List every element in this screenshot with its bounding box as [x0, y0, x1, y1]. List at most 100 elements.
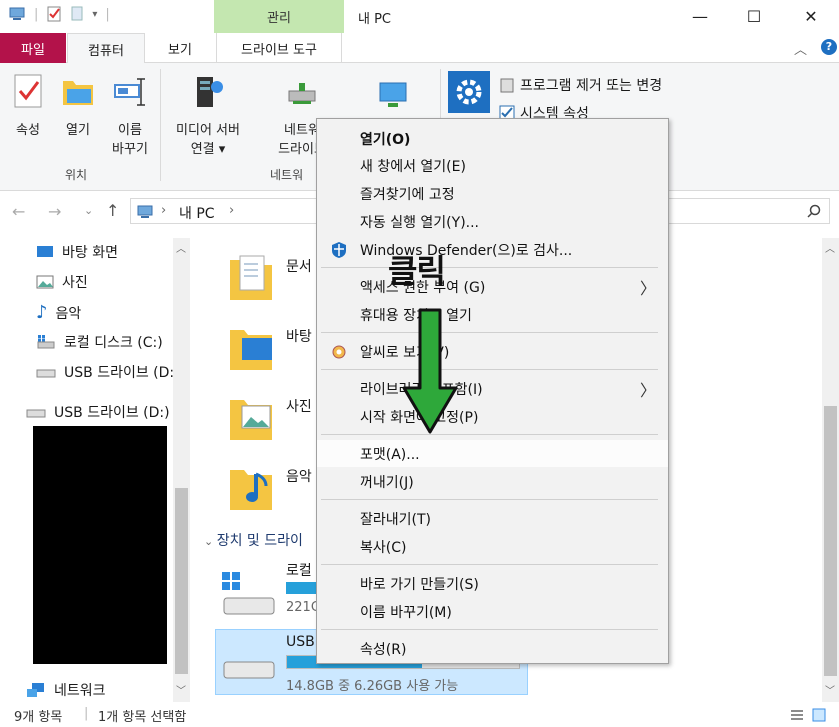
separator: | — [84, 706, 89, 721]
nav-item-pictures[interactable]: 사진 — [36, 272, 88, 292]
nav-item-desktop[interactable]: 바탕 화면 — [36, 242, 118, 262]
redacted-area — [33, 426, 167, 664]
menu-separator — [321, 499, 658, 500]
media-server-button[interactable]: 미디어 서버 연결 ▾ — [166, 73, 250, 159]
tab-computer[interactable]: 컴퓨터 — [67, 33, 145, 64]
menu-item-alsee-view[interactable]: 알씨로 보기(V) — [317, 338, 668, 365]
help-icon[interactable]: ? — [821, 39, 837, 55]
scroll-down-icon[interactable]: ﹀ — [176, 682, 186, 697]
large-icons-view-icon[interactable] — [812, 708, 826, 722]
properties-check-icon — [14, 74, 42, 108]
back-arrow-icon[interactable]: ← — [12, 202, 25, 221]
local-disk-usage-bar — [286, 582, 316, 594]
nav-scrollbar[interactable]: ︿ ﹀ — [173, 238, 190, 702]
menu-item-include-library[interactable]: 라이브러리에 포함(I) 〉 — [317, 375, 668, 402]
folder-name[interactable]: 음악 — [286, 466, 312, 486]
add-network-location-icon[interactable] — [376, 79, 414, 115]
rename-icon — [114, 78, 145, 106]
folder-name[interactable]: 문서 — [286, 256, 312, 276]
nav-item-usb-drive-root[interactable]: USB 드라이브 (D:) — [26, 402, 170, 422]
drive-free-usb: 14.8GB 중 6.26GB 사용 가능 — [286, 679, 459, 694]
quick-access-toolbar: | ▾ | — [8, 6, 110, 22]
properties-check-icon[interactable] — [46, 6, 62, 22]
menu-separator — [321, 332, 658, 333]
forward-arrow-icon[interactable]: → — [48, 202, 61, 221]
nav-item-network[interactable]: 네트워크 — [26, 680, 106, 700]
scroll-thumb[interactable] — [824, 406, 837, 676]
menu-item-format[interactable]: 포맷(A)... — [317, 440, 668, 467]
windows-drive-icon — [37, 335, 55, 349]
menu-item-create-shortcut[interactable]: 바로 가기 만들기(S) — [317, 570, 668, 597]
nav-label: USB 드라이브 (D: — [64, 365, 175, 381]
recent-locations-icon[interactable]: ⌄ — [84, 204, 93, 217]
menu-item-give-access[interactable]: 액세스 권한 부여 (G) 〉 — [317, 273, 668, 300]
scroll-down-icon[interactable]: ﹀ — [825, 682, 835, 697]
desktop-icon — [37, 246, 53, 257]
qat-dropdown-icon[interactable]: ▾ — [92, 9, 97, 20]
local-disk-icon[interactable] — [222, 572, 276, 618]
settings-gear-icon[interactable] — [448, 71, 490, 113]
scroll-thumb[interactable] — [175, 488, 188, 674]
ribbon-tabs: 파일 컴퓨터 보기 드라이브 도구 ︿ ? — [0, 33, 839, 64]
uninstall-program-button[interactable]: 프로그램 제거 또는 변경 — [498, 75, 662, 95]
nav-item-usb-drive[interactable]: USB 드라이브 (D: — [36, 362, 174, 382]
ribbon-label: 미디어 서버 — [176, 123, 240, 138]
open-ribbon-button[interactable]: 열기 — [56, 73, 100, 140]
scroll-up-icon[interactable]: ︿ — [176, 240, 186, 255]
details-view-icon[interactable] — [790, 708, 804, 722]
menu-item-pin-quick-access[interactable]: 즐겨찾기에 고정 — [317, 180, 668, 207]
menu-item-pin-start[interactable]: 시작 화면에 고정(P) — [317, 403, 668, 430]
section-header-devices[interactable]: ⌄ 장치 및 드라이 — [204, 530, 303, 550]
minimize-button[interactable]: — — [677, 0, 723, 32]
collapse-ribbon-icon[interactable]: ︿ — [794, 39, 807, 58]
scroll-up-icon[interactable]: ︿ — [825, 240, 835, 255]
ribbon-label: 이름 — [118, 123, 142, 138]
pc-icon[interactable] — [8, 6, 26, 22]
desktop-folder-icon[interactable] — [228, 320, 274, 372]
usb-drive-icon[interactable] — [222, 656, 276, 686]
menu-item-cut[interactable]: 잘라내기(T) — [317, 505, 668, 532]
rename-ribbon-button[interactable]: 이름 바꾸기 — [104, 73, 156, 159]
tab-manage[interactable]: 관리 — [214, 0, 344, 33]
maximize-button[interactable]: ☐ — [731, 0, 777, 32]
shield-icon — [332, 242, 346, 258]
music-folder-icon[interactable] — [228, 460, 274, 512]
folder-name[interactable]: 바탕 — [286, 326, 312, 346]
new-folder-icon[interactable] — [70, 6, 84, 22]
nav-item-local-disk[interactable]: 로컬 디스크 (C:) — [36, 332, 163, 352]
breadcrumb-sep[interactable]: › — [161, 203, 166, 218]
menu-separator — [321, 369, 658, 370]
search-icon[interactable] — [806, 204, 822, 220]
tab-file[interactable]: 파일 — [0, 33, 66, 63]
menu-item-properties[interactable]: 속성(R) — [317, 635, 668, 662]
menu-item-defender-scan[interactable]: Windows Defender(으)로 검사... — [317, 236, 668, 263]
content-scrollbar[interactable]: ︿ ﹀ — [822, 238, 839, 702]
breadcrumb-sep[interactable]: › — [229, 203, 234, 218]
drive-name-usb[interactable]: USB — [286, 634, 315, 650]
drive-name-local[interactable]: 로컬 — [286, 560, 312, 580]
close-button[interactable]: ✕ — [788, 0, 834, 32]
tab-drive-tools[interactable]: 드라이브 도구 — [216, 33, 342, 63]
menu-item-rename[interactable]: 이름 바꾸기(M) — [317, 598, 668, 625]
menu-item-autoplay[interactable]: 자동 실행 열기(Y)... — [317, 208, 668, 235]
window-title: 내 PC — [358, 12, 392, 27]
ribbon-label: 바꾸기 — [112, 142, 148, 157]
pc-icon — [137, 205, 153, 218]
up-arrow-icon[interactable]: ↑ — [106, 201, 119, 220]
menu-item-open[interactable]: 열기(O) — [317, 125, 668, 152]
nav-item-music[interactable]: ♪ 음악 — [36, 302, 81, 323]
menu-item-open-portable[interactable]: 휴대용 장치로 열기 — [317, 301, 668, 328]
menu-item-eject[interactable]: 꺼내기(J) — [317, 468, 668, 495]
music-note-icon: ♪ — [36, 302, 48, 323]
properties-ribbon-button[interactable]: 속성 — [6, 73, 50, 140]
menu-separator — [321, 564, 658, 565]
folder-name[interactable]: 사진 — [286, 396, 312, 416]
menu-item-open-new-window[interactable]: 새 창에서 열기(E) — [317, 152, 668, 179]
alsee-icon — [332, 345, 346, 359]
tab-view[interactable]: 보기 — [150, 33, 210, 63]
documents-folder-icon[interactable] — [228, 250, 274, 302]
pictures-folder-icon[interactable] — [228, 390, 274, 442]
menu-item-copy[interactable]: 복사(C) — [317, 533, 668, 560]
uninstall-icon — [500, 78, 514, 93]
breadcrumb-this-pc[interactable]: 내 PC — [179, 203, 215, 223]
